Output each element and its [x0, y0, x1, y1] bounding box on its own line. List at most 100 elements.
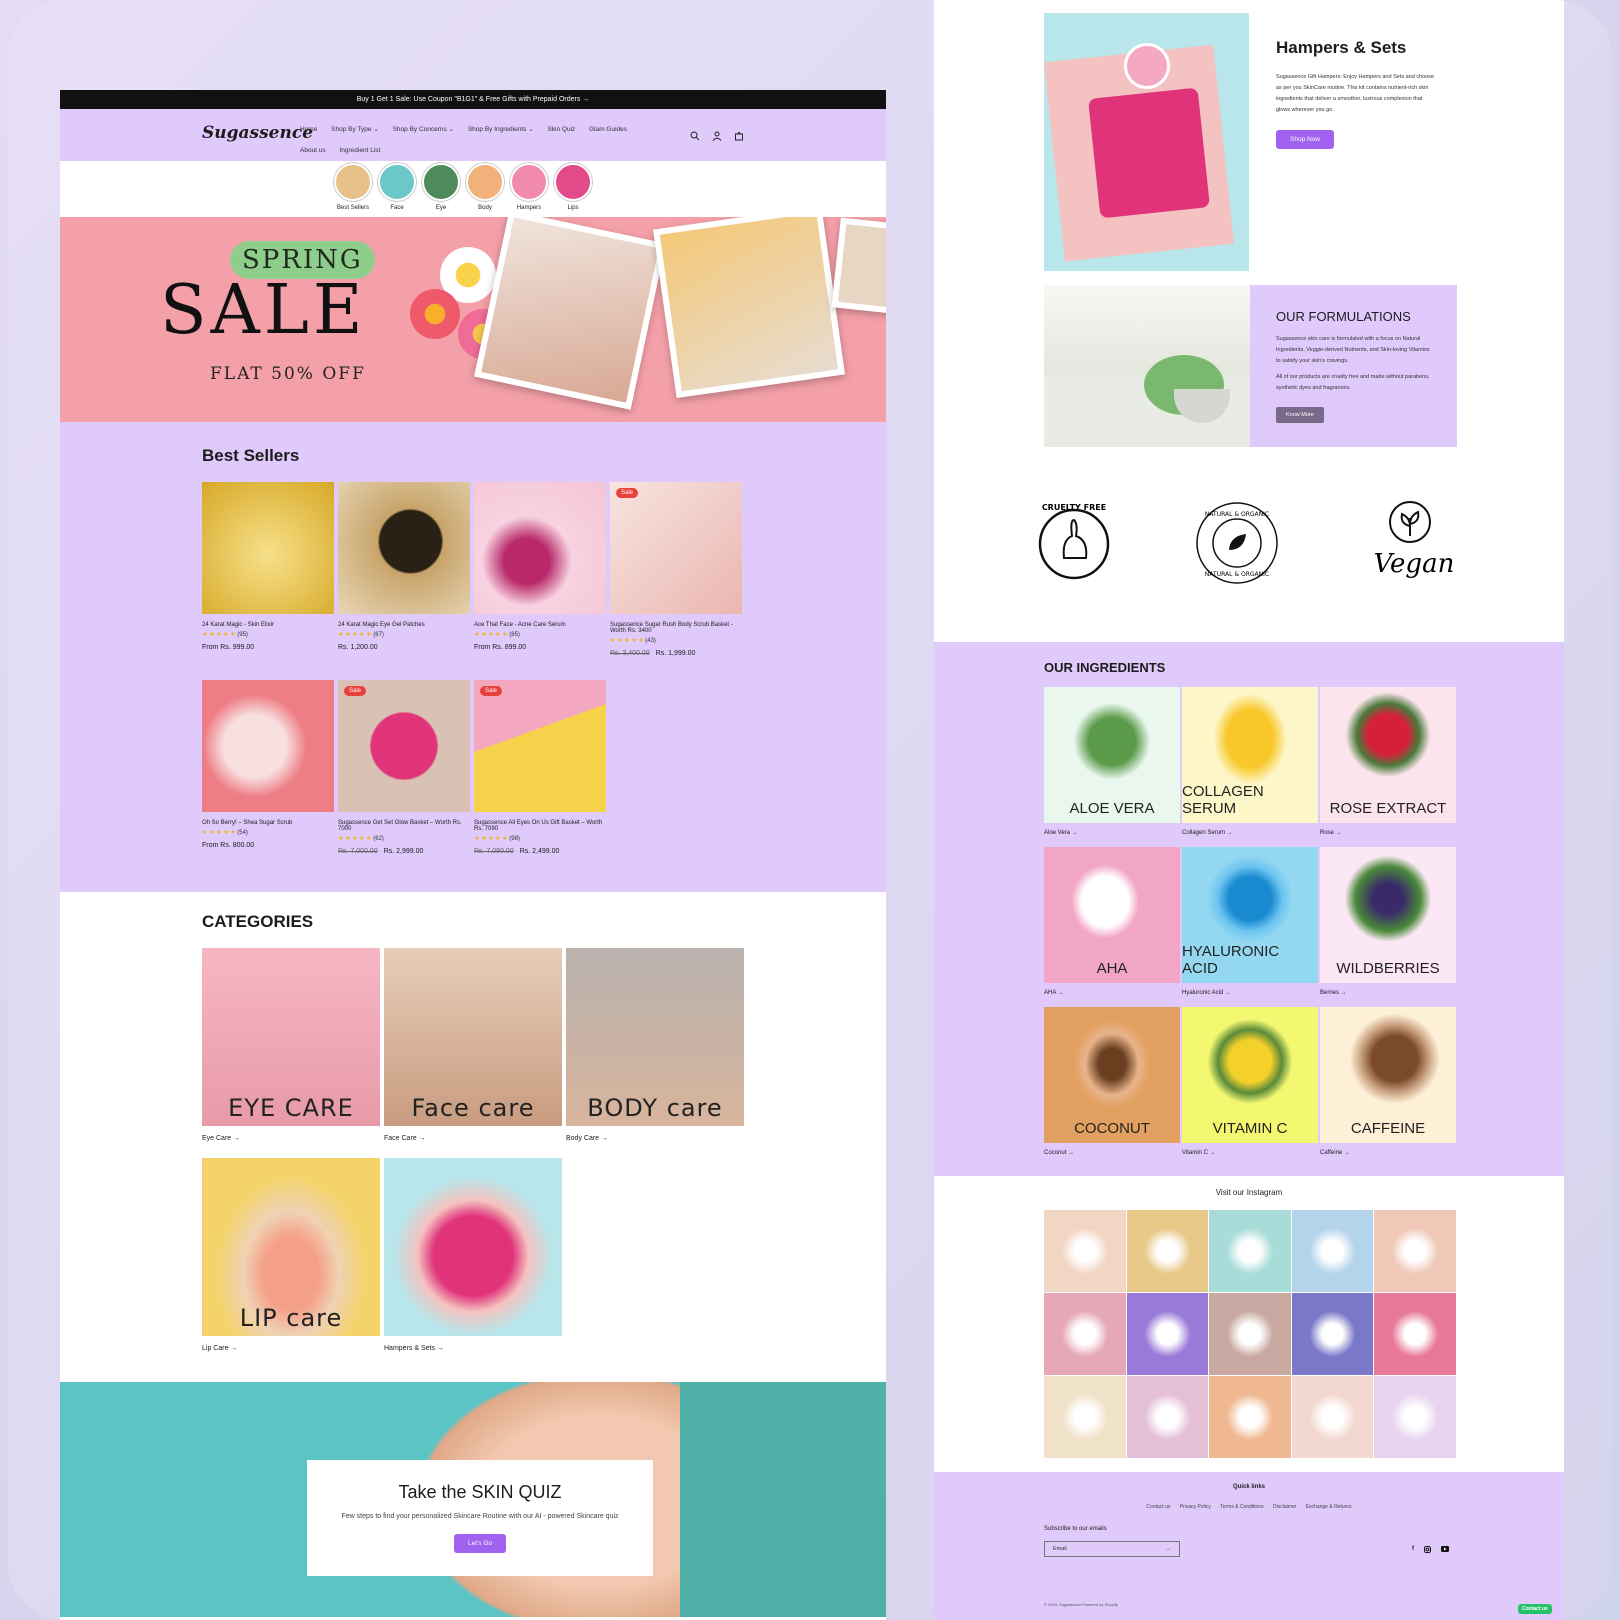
product-image[interactable]: [202, 482, 334, 614]
category-link[interactable]: Face Care →: [384, 1135, 562, 1142]
instagram-post[interactable]: [1044, 1376, 1126, 1458]
instagram-post[interactable]: [1126, 1376, 1209, 1458]
ingredient-image[interactable]: COLLAGEN SERUM: [1182, 687, 1318, 823]
product-image[interactable]: [338, 482, 470, 614]
facebook-icon[interactable]: f: [1412, 1546, 1414, 1553]
email-field[interactable]: Email →: [1044, 1541, 1180, 1557]
product-card[interactable]: Ace That Face - Acne Care Serum ★ ★ ★ ★ …: [474, 482, 606, 651]
nav-home[interactable]: Home: [300, 126, 317, 133]
nav-about-us[interactable]: About us: [300, 147, 326, 154]
ingredient-aloe-vera[interactable]: ALOE VERA Aloe Vera →: [1044, 687, 1180, 836]
product-name[interactable]: Sugassence Sugar Rush Body Scrub Basket …: [610, 622, 742, 634]
instagram-post[interactable]: [1374, 1210, 1456, 1292]
ingredient-link[interactable]: Hyaluronic Acid →: [1182, 990, 1318, 996]
category-eye-care[interactable]: EYE CARE Eye Care →: [202, 948, 380, 1142]
product-card[interactable]: Sale Sugassence Sugar Rush Body Scrub Ba…: [610, 482, 742, 657]
search-icon[interactable]: [690, 131, 700, 141]
instagram-post[interactable]: [1126, 1293, 1209, 1375]
circle-body[interactable]: Body: [465, 163, 505, 211]
category-hampers-sets[interactable]: Hampers & Sets →: [384, 1158, 562, 1352]
instagram-post[interactable]: [1044, 1293, 1126, 1375]
ingredient-link[interactable]: Vitamin C →: [1182, 1150, 1318, 1156]
product-image[interactable]: [474, 482, 606, 614]
ingredient-image[interactable]: ROSE EXTRACT: [1320, 687, 1456, 823]
ingredient-link[interactable]: Berries →: [1320, 990, 1456, 996]
circle-face[interactable]: Face: [377, 163, 417, 211]
ingredient-image[interactable]: ALOE VERA: [1044, 687, 1180, 823]
category-image[interactable]: Face care: [384, 948, 562, 1126]
product-name[interactable]: 24 Karat Magic Eye Gel Patches: [338, 622, 470, 628]
footer-link-contact[interactable]: Contact us: [1146, 1504, 1170, 1510]
category-body-care[interactable]: BODY care Body Care →: [566, 948, 744, 1142]
product-card[interactable]: 24 Karat Magic Eye Gel Patches ★ ★ ★ ★ ★…: [338, 482, 470, 651]
ingredient-link[interactable]: Aloe Vera →: [1044, 830, 1180, 836]
ingredient-rose[interactable]: ROSE EXTRACT Rose →: [1320, 687, 1456, 836]
nav-ingredient-list[interactable]: Ingredient List: [339, 147, 380, 154]
brand-logo[interactable]: Sugassence: [202, 123, 313, 143]
footer-link-privacy[interactable]: Privacy Policy: [1180, 1504, 1211, 1510]
youtube-icon[interactable]: [1441, 1546, 1449, 1552]
cart-icon[interactable]: [734, 131, 744, 141]
circle-hampers[interactable]: Hampers: [509, 163, 549, 211]
circle-best-sellers[interactable]: Best Sellers: [333, 163, 373, 211]
arrow-right-icon[interactable]: →: [1166, 1546, 1172, 1552]
product-name[interactable]: Ace That Face - Acne Care Serum: [474, 622, 606, 628]
category-image[interactable]: [384, 1158, 562, 1336]
ingredient-link[interactable]: Rose →: [1320, 830, 1456, 836]
nav-shop-by-ingredients[interactable]: Shop By Ingredients ⌄: [468, 126, 534, 133]
nav-glam-guides[interactable]: Glam Guides: [589, 126, 627, 133]
hampers-image[interactable]: [1044, 13, 1249, 271]
ingredient-aha[interactable]: AHA AHA →: [1044, 847, 1180, 996]
quiz-start-button[interactable]: Let's Go: [453, 1534, 506, 1553]
ingredient-collagen-serum[interactable]: COLLAGEN SERUM Collagen Serum →: [1182, 687, 1318, 836]
instagram-post[interactable]: [1374, 1293, 1456, 1375]
product-image[interactable]: [202, 680, 334, 812]
ingredient-image[interactable]: COCONUT: [1044, 1007, 1180, 1143]
product-name[interactable]: Sugassence All Eyes On Us Gift Basket – …: [474, 820, 606, 832]
instagram-post[interactable]: [1209, 1376, 1291, 1458]
instagram-post[interactable]: [1291, 1376, 1374, 1458]
ingredient-image[interactable]: AHA: [1044, 847, 1180, 983]
category-image[interactable]: EYE CARE: [202, 948, 380, 1126]
product-card[interactable]: Oh So Berry! – Shea Sugar Scrub ★ ★ ★ ★ …: [202, 680, 334, 849]
footer-link-terms[interactable]: Terms & Conditions: [1220, 1504, 1263, 1510]
ingredient-link[interactable]: Collagen Serum →: [1182, 830, 1318, 836]
know-more-button[interactable]: Know More: [1276, 407, 1324, 423]
instagram-icon[interactable]: [1424, 1546, 1431, 1553]
footer-link-disclaimer[interactable]: Disclaimer: [1273, 1504, 1296, 1510]
category-image[interactable]: LIP care: [202, 1158, 380, 1336]
instagram-post[interactable]: [1126, 1210, 1209, 1292]
ingredient-link[interactable]: Coconut →: [1044, 1150, 1180, 1156]
product-name[interactable]: Sugassence Get Set Glow Basket – Worth R…: [338, 820, 470, 832]
product-image[interactable]: Sale: [610, 482, 742, 614]
product-card[interactable]: 24 Karat Magic - Skin Elixir ★ ★ ★ ★ ★ (…: [202, 482, 334, 651]
category-lip-care[interactable]: LIP care Lip Care →: [202, 1158, 380, 1352]
ingredient-caffeine[interactable]: CAFFEINE Caffeine →: [1320, 1007, 1456, 1156]
product-card[interactable]: Sale Sugassence Get Set Glow Basket – Wo…: [338, 680, 470, 855]
category-link[interactable]: Hampers & Sets →: [384, 1345, 562, 1352]
product-name[interactable]: Oh So Berry! – Shea Sugar Scrub: [202, 820, 334, 826]
ingredient-link[interactable]: AHA →: [1044, 990, 1180, 996]
nav-skin-quiz[interactable]: Skin Quiz: [547, 126, 575, 133]
category-link[interactable]: Body Care →: [566, 1135, 744, 1142]
shop-now-button[interactable]: Shop Now: [1276, 130, 1334, 149]
ingredient-coconut[interactable]: COCONUT Coconut →: [1044, 1007, 1180, 1156]
announcement-bar[interactable]: Buy 1 Get 1 Sale: Use Coupon "B1G1" & Fr…: [60, 90, 886, 109]
instagram-post[interactable]: [1209, 1293, 1291, 1375]
product-name[interactable]: 24 Karat Magic - Skin Elixir: [202, 622, 334, 628]
category-face-care[interactable]: Face care Face Care →: [384, 948, 562, 1142]
footer-link-exchange[interactable]: Exchange & Returns: [1306, 1504, 1352, 1510]
product-card[interactable]: Sale Sugassence All Eyes On Us Gift Bask…: [474, 680, 606, 855]
ingredient-image[interactable]: CAFFEINE: [1320, 1007, 1456, 1143]
product-image[interactable]: Sale: [474, 680, 606, 812]
hero-banner[interactable]: SPRING SALE FLAT 50% OFF: [60, 217, 886, 422]
instagram-post[interactable]: [1044, 1210, 1126, 1292]
instagram-post[interactable]: [1374, 1376, 1456, 1458]
ingredient-image[interactable]: VITAMIN C: [1182, 1007, 1318, 1143]
circle-lips[interactable]: Lips: [553, 163, 593, 211]
product-image[interactable]: Sale: [338, 680, 470, 812]
instagram-post[interactable]: [1209, 1210, 1291, 1292]
category-link[interactable]: Eye Care →: [202, 1135, 380, 1142]
instagram-post[interactable]: [1291, 1210, 1374, 1292]
ingredient-link[interactable]: Caffeine →: [1320, 1150, 1456, 1156]
